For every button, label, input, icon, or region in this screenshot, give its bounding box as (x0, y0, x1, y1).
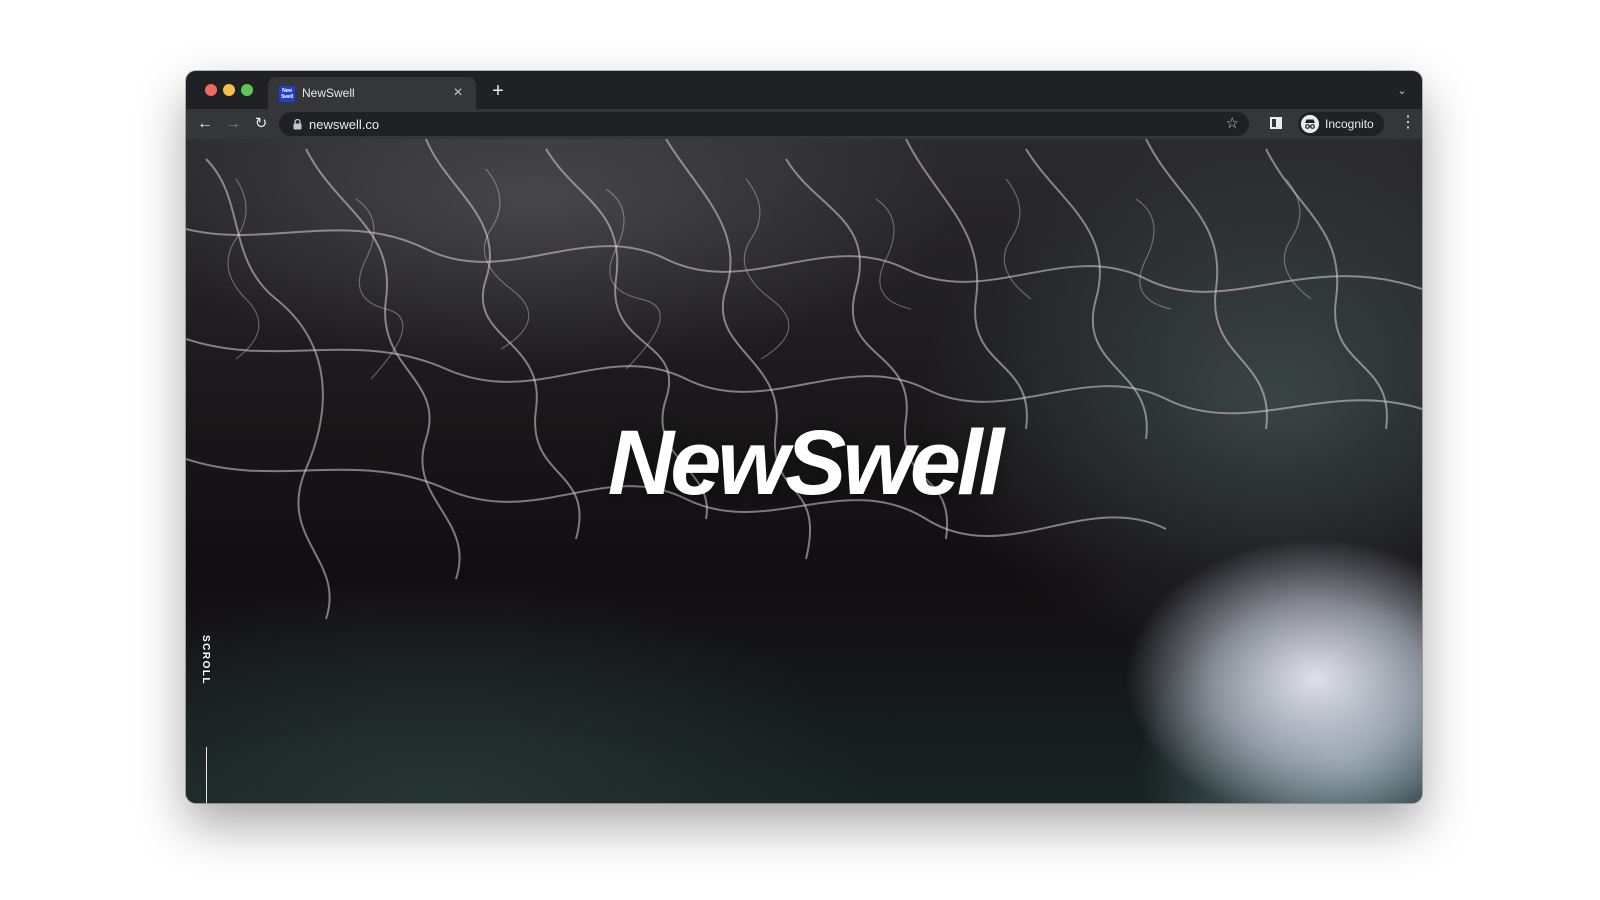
reload-button[interactable]: ↻ (250, 113, 272, 135)
tab-title: NewSwell (302, 86, 355, 100)
side-panel-icon[interactable] (1270, 117, 1282, 129)
lock-icon (293, 119, 302, 130)
bookmark-star-icon[interactable]: ☆ (1226, 114, 1239, 134)
window-minimize-button[interactable] (223, 84, 235, 96)
window-maximize-button[interactable] (241, 84, 253, 96)
address-bar[interactable]: newswell.co ☆ (279, 112, 1249, 136)
back-button[interactable]: ← (194, 113, 216, 135)
tab-search-button[interactable]: ⌄ (1392, 81, 1412, 101)
incognito-profile-button[interactable]: Incognito (1298, 112, 1384, 136)
incognito-label: Incognito (1325, 117, 1374, 131)
incognito-icon (1301, 115, 1319, 133)
favicon-icon: New Swell (279, 86, 295, 102)
browser-menu-button[interactable]: ⋮ (1400, 113, 1416, 135)
page-viewport: NewSwell SCROLL (186, 139, 1422, 803)
tab-close-button[interactable]: × (448, 83, 468, 103)
hero-logo-title: NewSwell (607, 412, 1004, 514)
new-tab-button[interactable]: + (486, 80, 510, 104)
browser-window: New Swell NewSwell × + ⌄ ← → ↻ newswell.… (186, 71, 1422, 803)
url-text: newswell.co (309, 117, 380, 132)
forward-button[interactable]: → (222, 113, 244, 135)
browser-toolbar: ← → ↻ newswell.co ☆ Incognito ⋮ (186, 109, 1422, 139)
tab-newswell[interactable]: New Swell NewSwell × (268, 77, 476, 109)
tab-strip: New Swell NewSwell × + ⌄ (186, 71, 1422, 109)
scroll-indicator-line (206, 747, 207, 803)
window-close-button[interactable] (205, 84, 217, 96)
scroll-indicator-label[interactable]: SCROLL (200, 635, 211, 685)
